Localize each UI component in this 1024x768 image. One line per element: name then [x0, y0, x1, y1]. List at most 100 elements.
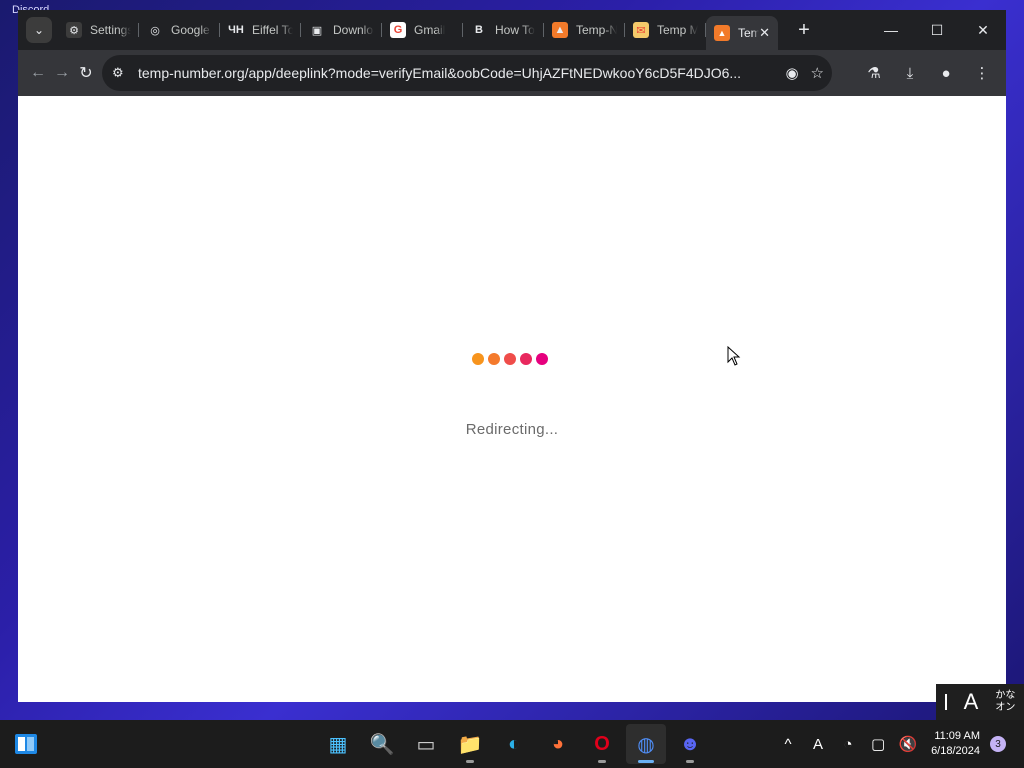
edge-icon: ◐: [507, 732, 521, 755]
ime-circle-icon[interactable]: ◔: [833, 736, 863, 753]
clock-date: 6/18/2024: [931, 745, 980, 757]
window-controls: — ☐ ✕: [868, 10, 1006, 50]
discord-icon: ☻: [679, 732, 701, 755]
loading-dot: [536, 353, 548, 365]
taskbar: ▦ 🔍 ▭ 📁 ◐ ◕ O ◍ ☻ ^ A ◔ ▢ 🔇 11:09 AM 6/18/2024 3: [0, 720, 1024, 768]
loading-dot: [520, 353, 532, 365]
running-indicator: [686, 760, 694, 763]
tab-7[interactable]: ▲ Temp-Number: [544, 14, 625, 46]
ime-on-label: オン: [995, 702, 1016, 713]
tab-label: Google Lens: [171, 23, 212, 37]
labs-flask-icon[interactable]: ⚗: [858, 57, 890, 89]
mouse-cursor-icon: [727, 346, 741, 366]
taskbar-discord[interactable]: ☻: [670, 724, 710, 764]
temp-number-icon: ▲: [552, 22, 568, 38]
firefox-icon: ◕: [551, 732, 565, 755]
opera-icon: O: [594, 732, 610, 755]
tab-label: Eiffel Tower: [252, 23, 293, 37]
download-site-icon: ▣: [309, 22, 325, 38]
task-view-icon: ▭: [416, 733, 436, 756]
redirecting-status: Redirecting...: [465, 421, 559, 438]
ime-divider: [944, 694, 947, 710]
taskbar-chrome[interactable]: ◍: [626, 724, 666, 764]
minimize-button[interactable]: —: [868, 10, 914, 50]
url-text[interactable]: temp-number.org/app/deeplink?mode=verify…: [138, 65, 777, 81]
taskbar-task-view[interactable]: ▭: [406, 724, 446, 764]
menu-icon[interactable]: ⋮: [966, 57, 998, 89]
tab-label: Temp Mail: [657, 23, 698, 37]
tab-label: Gmail: [414, 23, 446, 37]
envelope-icon: ✉: [633, 22, 649, 38]
show-hidden-icons-chevron[interactable]: ^: [773, 736, 803, 753]
clock[interactable]: 11:09 AM 6/18/2024: [931, 729, 980, 759]
widgets-icon[interactable]: [14, 732, 38, 756]
notification-badge[interactable]: 3: [990, 736, 1006, 752]
browser-window: ⌄ ⚙ Settings ◎ Google Lens ЧН Eiffel Tower ▣ Do…: [18, 10, 1006, 702]
tab-search-button[interactable]: ⌄: [26, 17, 52, 43]
tab-active[interactable]: ▲ Temp-Number ✕: [706, 16, 778, 50]
google-icon: G: [390, 22, 406, 38]
page-content: Redirecting...: [18, 96, 1006, 702]
site-logo-icon: ЧН: [228, 22, 244, 38]
running-indicator: [638, 760, 654, 763]
forward-button[interactable]: →: [50, 55, 74, 91]
chrome-icon: ◍: [637, 733, 655, 756]
taskbar-file-explorer[interactable]: 📁: [450, 724, 490, 764]
running-indicator: [598, 760, 606, 763]
loading-dot: [488, 353, 500, 365]
tab-3[interactable]: ЧН Eiffel Tower: [220, 14, 301, 46]
system-tray: ^ A ◔ ▢ 🔇 11:09 AM 6/18/2024 3: [773, 720, 1024, 768]
clock-time: 11:09 AM: [934, 730, 980, 742]
downloads-icon[interactable]: ⤓: [894, 57, 926, 89]
taskbar-search[interactable]: 🔍: [362, 724, 402, 764]
loading-dot: [504, 353, 516, 365]
b-logo-icon: B: [471, 22, 487, 38]
google-lens-icon: ◎: [147, 22, 163, 38]
search-icon: 🔍: [369, 733, 395, 756]
taskbar-apps: ▦ 🔍 ▭ 📁 ◐ ◕ O ◍ ☻: [318, 724, 710, 764]
gear-icon: ⚙: [66, 22, 82, 38]
reload-button[interactable]: ↻: [74, 55, 98, 91]
tab-6[interactable]: B How To: [463, 14, 544, 46]
tab-label: Temp-Number: [576, 23, 617, 37]
tab-1[interactable]: ⚙ Settings: [58, 14, 139, 46]
tab-label: How To: [495, 23, 535, 37]
loading-spinner: [472, 353, 548, 365]
site-info-icon[interactable]: ⚙: [112, 65, 132, 81]
close-icon[interactable]: ✕: [759, 25, 770, 41]
taskbar-start-menu[interactable]: ▦: [318, 724, 358, 764]
taskbar-edge[interactable]: ◐: [494, 724, 534, 764]
volume-muted-icon[interactable]: 🔇: [893, 735, 923, 753]
tab-label: Download: [333, 23, 374, 37]
profile-icon[interactable]: ●: [930, 57, 962, 89]
chevron-down-icon: ⌄: [33, 23, 45, 37]
bookmark-star-icon[interactable]: ☆: [811, 64, 824, 82]
tab-list: ⚙ Settings ◎ Google Lens ЧН Eiffel Tower ▣ Down…: [58, 14, 706, 46]
taskbar-firefox[interactable]: ◕: [538, 724, 578, 764]
new-tab-button[interactable]: +: [792, 19, 816, 42]
ime-mode-label: A: [963, 689, 979, 714]
tab-5[interactable]: G Gmail: [382, 14, 463, 46]
close-window-button[interactable]: ✕: [960, 10, 1006, 50]
ime-kana-label: かな: [995, 690, 1016, 701]
tab-label: Settings: [90, 23, 131, 37]
running-indicator: [466, 760, 474, 763]
tab-2[interactable]: ◎ Google Lens: [139, 14, 220, 46]
start-menu-icon: ▦: [328, 733, 348, 756]
ime-indicator[interactable]: A かな オン: [936, 684, 1024, 720]
tab-label: Temp-Number: [738, 26, 760, 40]
loading-dot: [472, 353, 484, 365]
browser-toolbar: ← → ↻ ⚙ temp-number.org/app/deeplink?mod…: [18, 50, 1006, 96]
tab-strip: ⌄ ⚙ Settings ◎ Google Lens ЧН Eiffel Tower ▣ Do…: [18, 10, 1006, 50]
font-a-icon[interactable]: A: [803, 736, 833, 753]
tab-4[interactable]: ▣ Download: [301, 14, 382, 46]
eye-off-icon[interactable]: ◉: [785, 64, 798, 82]
file-explorer-icon: 📁: [457, 733, 483, 756]
network-icon[interactable]: ▢: [863, 735, 893, 753]
address-bar[interactable]: ⚙ temp-number.org/app/deeplink?mode=veri…: [102, 55, 832, 91]
maximize-button[interactable]: ☐: [914, 10, 960, 50]
taskbar-opera[interactable]: O: [582, 724, 622, 764]
temp-number-icon: ▲: [714, 25, 730, 41]
tab-8[interactable]: ✉ Temp Mail: [625, 14, 706, 46]
back-button[interactable]: ←: [26, 55, 50, 91]
